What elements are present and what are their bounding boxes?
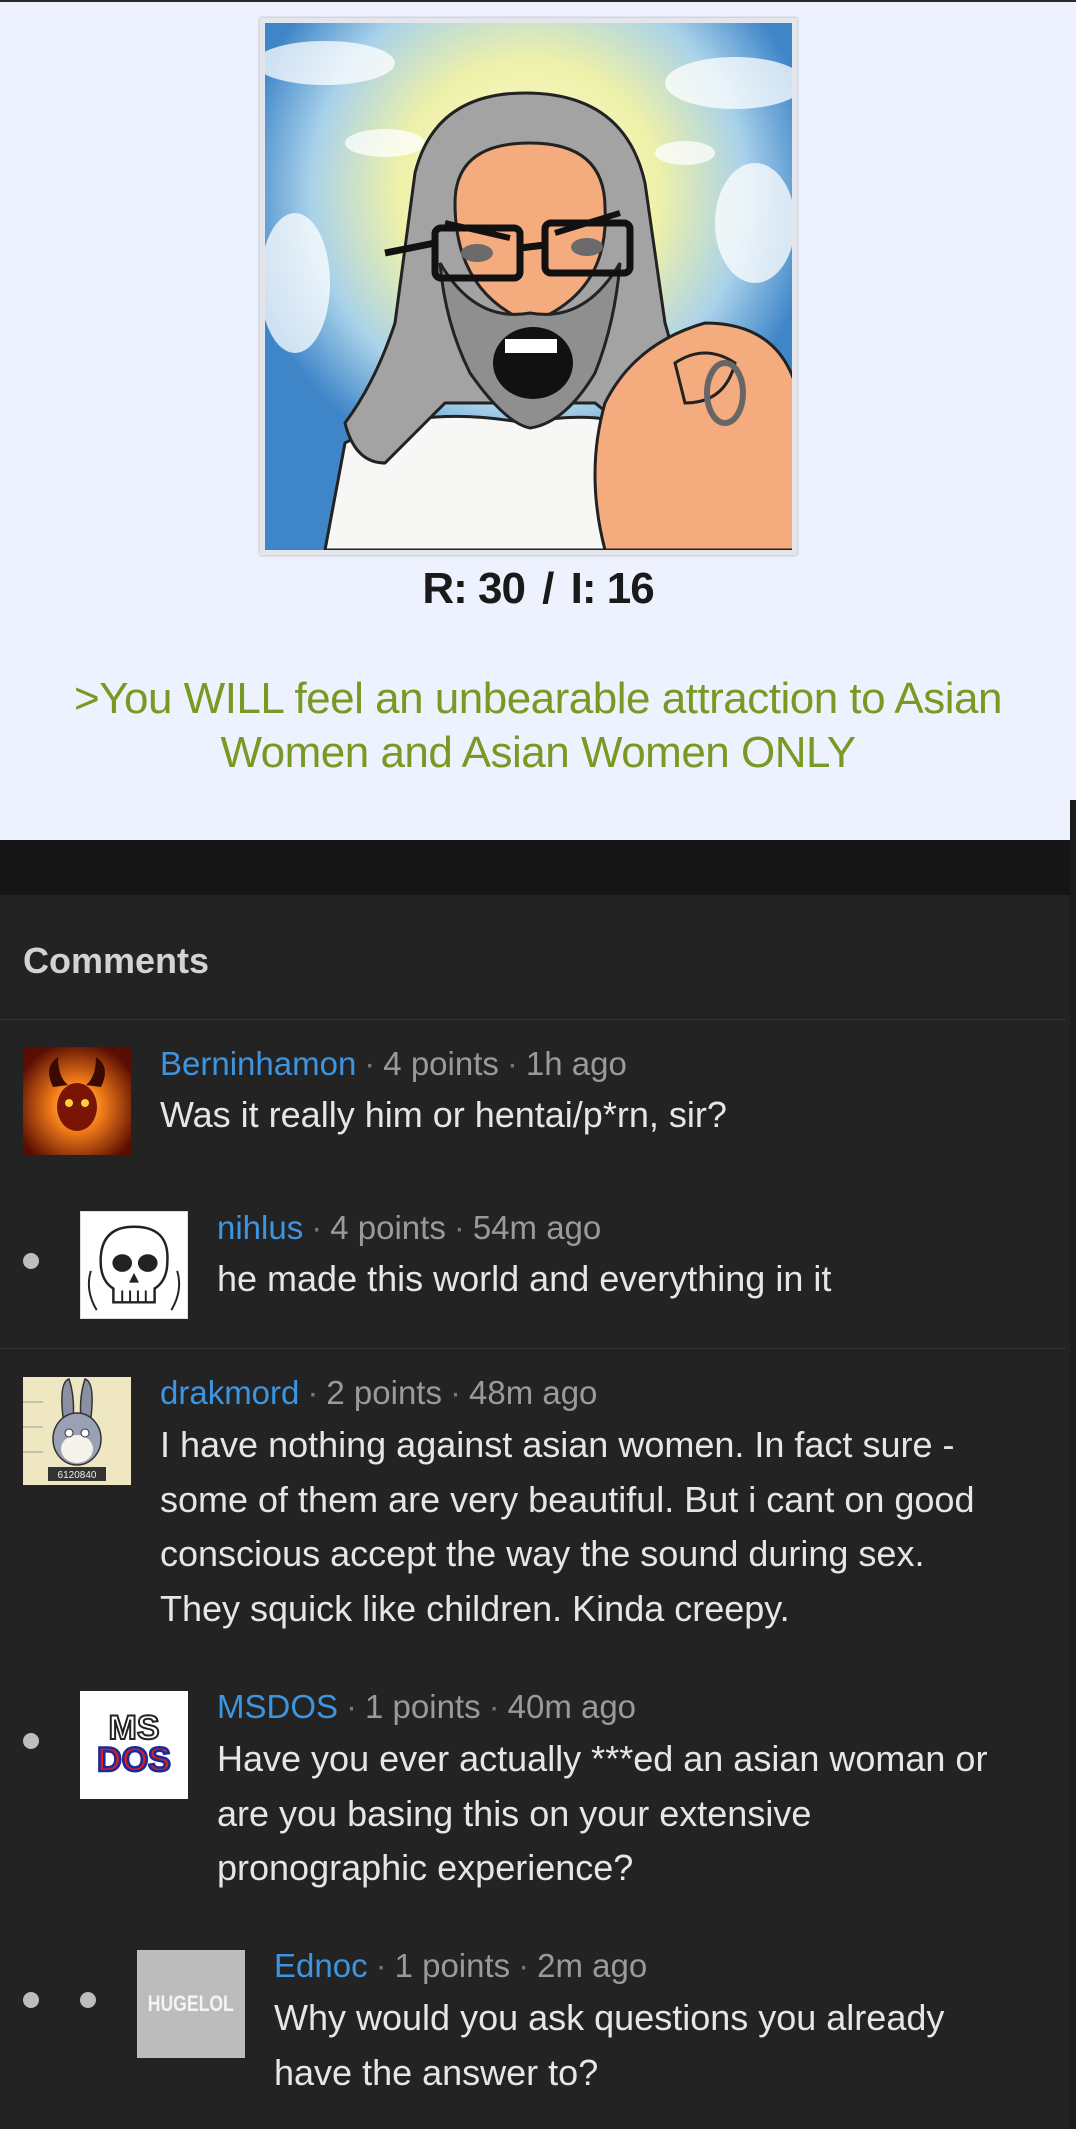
msdos-logo-avatar[interactable]: MS DOS: [80, 1691, 188, 1799]
comment-meta: MSDOS · 1 points · 40m ago: [217, 1688, 637, 1725]
reply-count: R: 30: [422, 564, 526, 613]
thread-indent-dot: [80, 1992, 96, 2008]
stats-separator: /: [542, 564, 554, 613]
comment-points: 1 points: [394, 1947, 511, 1984]
comment-points: 1 points: [365, 1688, 481, 1725]
hugelol-logo-text: HUGELOL: [147, 1991, 235, 2016]
comment-meta: nihlus · 4 points · 54m ago: [217, 1209, 602, 1246]
comment-time: 1h ago: [525, 1045, 627, 1082]
comment-line: are you basing this on your extensive: [217, 1792, 812, 1834]
post-reply-image-count: R: 30 / I: 16: [0, 564, 1076, 614]
thread-indent-dot: [23, 1992, 39, 2008]
comments-header: Comments: [23, 940, 210, 981]
hugelol-avatar[interactable]: HUGELOL: [137, 1950, 245, 2058]
comment-line: I have nothing against asian women. In f…: [160, 1424, 955, 1465]
comments-divider: [0, 1019, 1066, 1020]
greentext-line-1: >You WILL feel an unbearable attraction …: [74, 674, 1002, 723]
comment-meta: Berninhamon · 4 points · 1h ago: [160, 1045, 627, 1082]
scrollbar-track[interactable]: [1070, 800, 1076, 2129]
msdos-logo-icon: MS DOS: [80, 1691, 188, 1799]
comment-username[interactable]: drakmord: [160, 1374, 299, 1411]
comment-time: 40m ago: [507, 1688, 637, 1725]
section-divider: [0, 840, 1076, 895]
comment-line: pronographic experience?: [217, 1847, 634, 1888]
comment-line: he made this world and everything in it: [217, 1258, 832, 1299]
skull-avatar[interactable]: [80, 1211, 188, 1319]
fire-demon-icon: [23, 1047, 131, 1155]
skull-icon: [81, 1212, 187, 1318]
comment-body: I have nothing against asian women. In f…: [160, 1418, 974, 1636]
comment-line: Why would you ask questions you already: [274, 1997, 945, 2038]
comment-meta: Ednoc · 1 points · 2m ago: [274, 1947, 648, 1984]
comment-username[interactable]: Ednoc: [274, 1947, 368, 1984]
comment-line: conscious accept the way the sound durin…: [160, 1533, 925, 1574]
comment-line: Have you ever actually ***ed an asian wo…: [217, 1738, 988, 1779]
comment-line: They squick like children. Kinda creepy.: [160, 1587, 790, 1629]
comment-time: 48m ago: [468, 1374, 598, 1411]
comment-body: Have you ever actually ***ed an asian wo…: [217, 1732, 987, 1896]
comment-username[interactable]: Berninhamon: [160, 1045, 356, 1082]
bugs-bunny-mugshot-icon: 6120840: [23, 1377, 131, 1485]
mugshot-number: 6120840: [58, 1470, 97, 1481]
comment-username[interactable]: nihlus: [217, 1209, 303, 1246]
comment-time: 2m ago: [537, 1947, 648, 1984]
comment-points: 4 points: [383, 1045, 499, 1082]
angry-god-illustration: [265, 23, 792, 550]
comment-points: 4 points: [330, 1209, 446, 1246]
thread-divider: [0, 1348, 1066, 1349]
comment-points: 2 points: [326, 1374, 442, 1411]
comment-line: have the answer to?: [274, 2051, 599, 2093]
comment-username[interactable]: MSDOS: [217, 1688, 338, 1725]
comment-body: he made this world and everything in it: [217, 1252, 831, 1307]
msdos-text-bottom: DOS: [97, 1741, 171, 1779]
fire-demon-avatar[interactable]: [23, 1047, 131, 1155]
comment-line: some of them are very beautiful. But i c…: [160, 1478, 975, 1520]
op-post: R: 30 / I: 16 >You WILL feel an unbearab…: [0, 0, 1076, 840]
greentext-line-2: Women and Asian Women ONLY: [220, 728, 856, 777]
bugs-bunny-mugshot-avatar[interactable]: 6120840: [23, 1377, 131, 1485]
post-image[interactable]: [260, 18, 797, 555]
post-greentext: >You WILL feel an unbearable attraction …: [10, 672, 1066, 780]
thread-indent-dot: [23, 1733, 39, 1749]
comment-body: Was it really him or hentai/p*rn, sir?: [160, 1088, 727, 1143]
comment-body: Why would you ask questions you already …: [274, 1991, 944, 2100]
image-count: I: 16: [570, 564, 655, 613]
comment-time: 54m ago: [472, 1209, 602, 1246]
comment-meta: drakmord · 2 points · 48m ago: [160, 1374, 598, 1411]
thread-indent-dot: [23, 1253, 39, 1269]
comment-line: Was it really him or hentai/p*rn, sir?: [160, 1094, 727, 1135]
